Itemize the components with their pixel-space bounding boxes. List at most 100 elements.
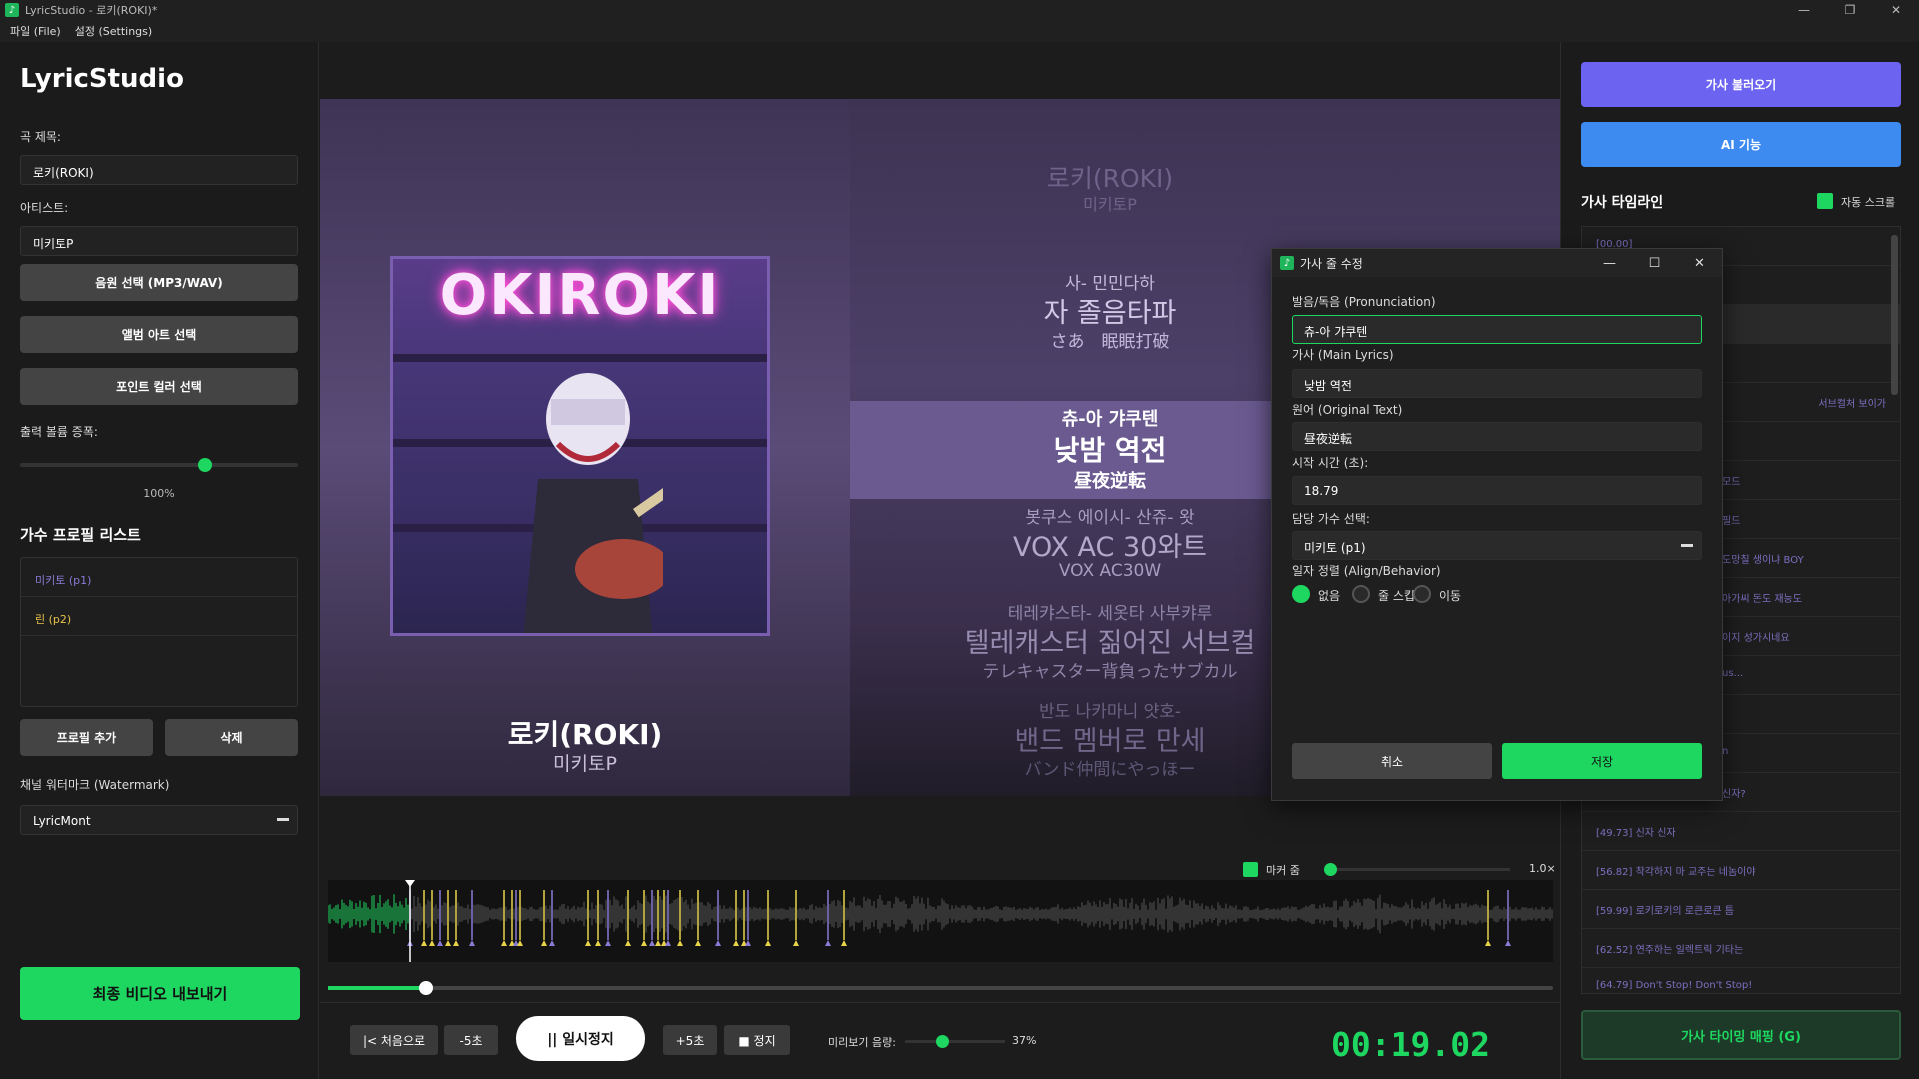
ai-features-button[interactable]: AI 기능 (1581, 122, 1901, 167)
zoom-value: 1.0× (1529, 862, 1556, 875)
stop-button[interactable]: ■ 정지 (724, 1025, 790, 1055)
profile-item[interactable]: 린 (p2) (21, 597, 297, 636)
watermark-label: 채널 워터마크 (Watermark) (20, 778, 170, 792)
timeline-row[interactable]: [49.73] 신자 신자 (1582, 812, 1900, 851)
menu-file[interactable]: 파일 (File) (10, 23, 61, 39)
main-lyrics-label: 가사 (Main Lyrics) (1292, 348, 1394, 362)
seek-bar-thumb[interactable] (419, 981, 433, 995)
marker-zoom-checkbox[interactable] (1243, 862, 1258, 877)
lyric-marker-tick (517, 940, 523, 946)
lyric-marker-tick (665, 940, 671, 946)
lyric-marker-tick (437, 940, 443, 946)
close-button[interactable]: ✕ (1873, 0, 1919, 20)
to-start-button[interactable]: |< 처음으로 (350, 1025, 438, 1055)
align-move-radio[interactable] (1413, 585, 1431, 603)
align-skip-radio[interactable] (1352, 585, 1370, 603)
lyric-marker-tick (605, 940, 611, 946)
profile-item[interactable]: 미키토 (p1) (21, 558, 297, 597)
pause-button[interactable]: || 일시정지 (516, 1016, 645, 1061)
add-profile-button[interactable]: 프로필 추가 (20, 719, 153, 756)
seek-bar-fill (328, 986, 426, 990)
lyric-marker-tick (655, 940, 661, 946)
app-icon: ♪ (1280, 256, 1294, 270)
lyric-marker-tick (585, 940, 591, 946)
volume-slider[interactable] (20, 458, 298, 472)
dialog-title: 가사 줄 수정 (1300, 256, 1363, 271)
preview-header-title: 로키(ROKI) (1046, 164, 1174, 193)
lyric-marker-tick (715, 940, 721, 946)
pron-input[interactable]: 츄-아 갸쿠텐 (1292, 315, 1702, 344)
zoom-slider-thumb[interactable] (1324, 863, 1337, 876)
align-move-label: 이동 (1439, 589, 1462, 603)
pron-label: 발음/독음 (Pronunciation) (1292, 295, 1436, 309)
dialog-minimize-button[interactable]: — (1587, 249, 1632, 277)
spin-icon[interactable] (277, 818, 289, 821)
timeline-row[interactable]: [59.99] 로키로키의 로큰로큰 틈 (1582, 890, 1900, 929)
menu-bar: 파일 (File) 설정 (Settings) (0, 20, 1919, 42)
watermark-input[interactable]: LyricMont (20, 805, 298, 835)
start-time-input[interactable]: 18.79 (1292, 476, 1702, 505)
edit-lyric-dialog: ♪ 가사 줄 수정 — ☐ ✕ 발음/독음 (Pronunciation) 츄-… (1271, 248, 1723, 801)
timeline-heading: 가사 타임라인 (1581, 195, 1664, 211)
timeline-scrollbar[interactable] (1891, 235, 1898, 395)
timing-mapping-button[interactable]: 가사 타이밍 매핑 (G) (1581, 1010, 1901, 1060)
waveform[interactable] (327, 880, 1553, 962)
album-art-button[interactable]: 앨범 아트 선택 (20, 316, 298, 353)
character-illustration (523, 373, 663, 633)
preview-song-artist: 미키토P (553, 753, 617, 775)
profile-list: 미키토 (p1) 린 (p2) (20, 557, 298, 707)
restore-button[interactable]: ❐ (1827, 0, 1873, 20)
album-art-logo: OKIROKI (439, 263, 721, 328)
align-skip-label: 줄 스킵 (1378, 589, 1415, 603)
volume-slider-thumb[interactable] (198, 458, 212, 472)
lyric-marker-tick (625, 940, 631, 946)
lyric-marker-tick (453, 940, 459, 946)
export-video-button[interactable]: 최종 비디오 내보내기 (20, 967, 300, 1020)
align-none-radio[interactable] (1292, 585, 1310, 603)
load-lyrics-button[interactable]: 가사 불러오기 (1581, 62, 1901, 107)
lyric-marker-tick (825, 940, 831, 946)
minimize-button[interactable]: — (1781, 0, 1827, 20)
forward-5s-button[interactable]: +5초 (663, 1025, 717, 1055)
lyric-marker-tick (641, 940, 647, 946)
point-color-button[interactable]: 포인트 컬러 선택 (20, 368, 298, 405)
delete-profile-button[interactable]: 삭제 (165, 719, 298, 756)
preview-volume-thumb[interactable] (936, 1035, 949, 1048)
watermark-value: LyricMont (33, 814, 91, 828)
lyric-marker-tick (445, 940, 451, 946)
singer-select[interactable]: 미키토 (p1) (1292, 531, 1702, 560)
original-text-input[interactable]: 昼夜逆転 (1292, 422, 1702, 451)
lyric-marker-tick (1485, 940, 1491, 946)
lyric-marker-tick (549, 940, 555, 946)
lyric-marker-tick (429, 940, 435, 946)
save-button[interactable]: 저장 (1502, 743, 1702, 779)
menu-settings[interactable]: 설정 (Settings) (75, 23, 152, 39)
timeline-row[interactable]: [62.52] 연주하는 일렉트릭 기타는 (1582, 929, 1900, 968)
start-time-label: 시작 시간 (초): (1292, 456, 1369, 470)
seek-bar[interactable] (328, 981, 1553, 995)
preview-volume-slider[interactable] (905, 1035, 1005, 1048)
original-text-label: 원어 (Original Text) (1292, 403, 1403, 417)
marker-zoom-label: 마커 줌 (1266, 864, 1300, 877)
lyric-marker-tick (765, 940, 771, 946)
auto-scroll-checkbox[interactable] (1817, 193, 1833, 209)
lyric-marker-tick (733, 940, 739, 946)
audio-select-button[interactable]: 음원 선택 (MP3/WAV) (20, 264, 298, 301)
cancel-button[interactable]: 취소 (1292, 743, 1492, 779)
lyric-marker-tick (793, 940, 799, 946)
main-lyrics-input[interactable]: 낮밤 역전 (1292, 369, 1702, 398)
lyric-marker-tick (695, 940, 701, 946)
volume-label: 출력 볼륨 증폭: (20, 425, 98, 439)
left-panel: LyricStudio 곡 제목: 로키(ROKI) 아티스트: 미키토P 음원… (0, 42, 319, 1079)
zoom-slider[interactable] (1324, 863, 1510, 876)
dialog-maximize-button[interactable]: ☐ (1632, 249, 1677, 277)
song-title-input[interactable]: 로키(ROKI) (20, 155, 298, 185)
back-5s-button[interactable]: -5초 (444, 1025, 498, 1055)
artist-input[interactable]: 미키토P (20, 226, 298, 256)
timeline-row[interactable]: [56.82] 착각하지 마 교주는 네놈이야 (1582, 851, 1900, 890)
preview-volume-label: 미리보기 음량: (828, 1036, 896, 1049)
dialog-titlebar: ♪ 가사 줄 수정 — ☐ ✕ (1272, 249, 1722, 277)
dialog-close-button[interactable]: ✕ (1677, 249, 1722, 277)
timeline-row[interactable]: [64.79] Don't Stop! Don't Stop! (1582, 968, 1900, 993)
preview-song-title: 로키(ROKI) (507, 718, 663, 751)
